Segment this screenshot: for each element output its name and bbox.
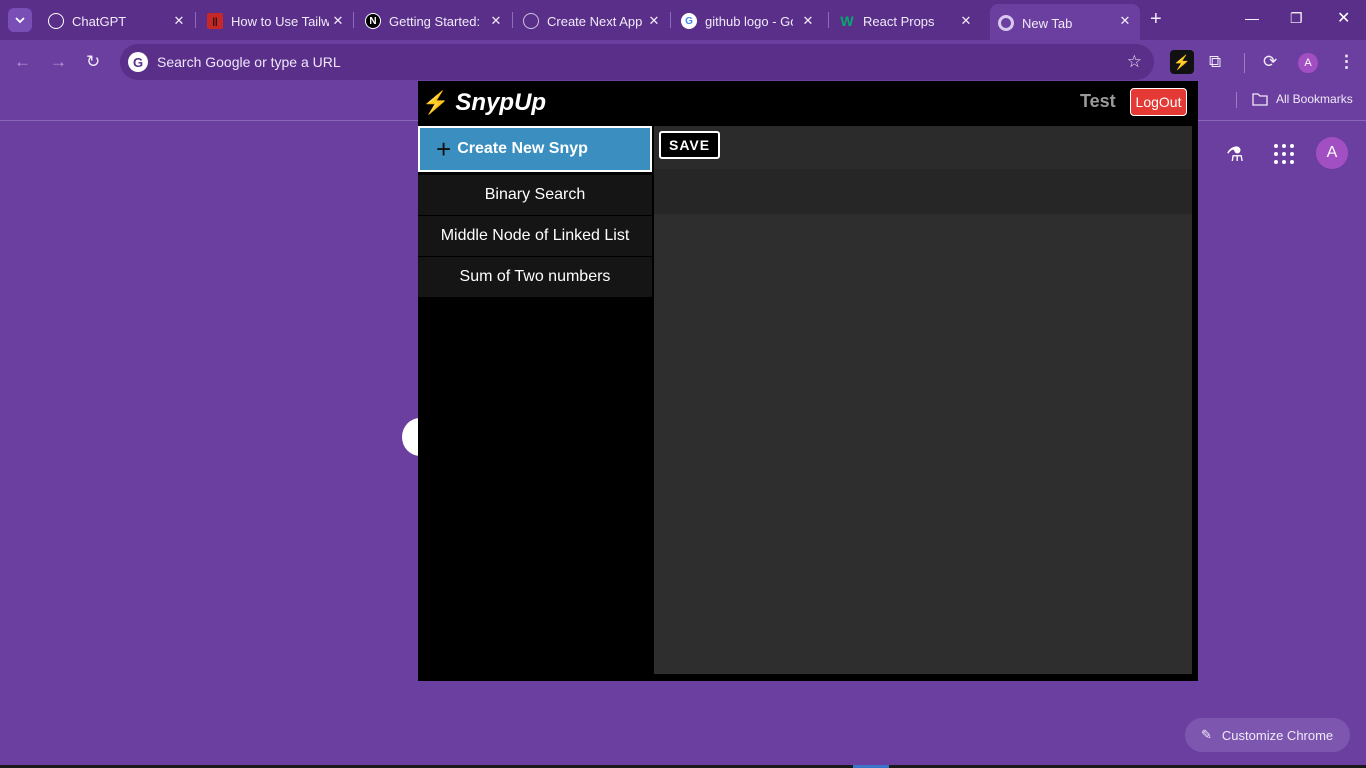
snyp-list-item[interactable]: Sum of Two numbers xyxy=(418,257,652,297)
snypup-popup: ⚡ SnypUp Test LogOut + Create New Snyp B… xyxy=(418,81,1198,681)
performance-icon[interactable]: ⟳ xyxy=(1263,52,1277,72)
all-bookmarks-label: All Bookmarks xyxy=(1276,92,1353,106)
snyp-title-input[interactable] xyxy=(654,169,1192,214)
close-icon[interactable]: ✕ xyxy=(329,12,347,30)
google-apps-icon[interactable] xyxy=(1272,142,1296,166)
chrome-icon xyxy=(998,15,1014,31)
chevron-down-icon xyxy=(15,17,25,24)
tab-divider xyxy=(353,12,354,28)
video-icon: || xyxy=(207,13,223,29)
close-icon[interactable]: ✕ xyxy=(1116,12,1134,30)
snypup-extension-icon[interactable]: ⚡ xyxy=(1170,50,1194,74)
back-arrow-icon[interactable]: ← xyxy=(14,52,31,72)
tab-react-props[interactable]: W React Props ✕ xyxy=(839,6,975,36)
all-bookmarks-button[interactable]: All Bookmarks xyxy=(1252,92,1353,106)
address-bar[interactable]: G Search Google or type a URL ☆ xyxy=(120,44,1154,80)
labs-flask-icon[interactable]: ⚗ xyxy=(1226,142,1244,167)
save-button[interactable]: SAVE xyxy=(659,131,721,159)
close-icon[interactable]: ✕ xyxy=(170,12,188,30)
tab-getting-started[interactable]: N Getting Started: ✕ xyxy=(365,6,505,36)
folder-icon xyxy=(1252,93,1268,106)
tab-divider xyxy=(512,12,513,28)
lightning-bolt-icon: ⚡ xyxy=(422,90,450,115)
account-avatar[interactable]: A xyxy=(1316,137,1348,169)
tab-strip: ChatGPT ✕ || How to Use Tailw ✕ N Gettin… xyxy=(0,0,1366,40)
google-icon: G xyxy=(128,52,148,72)
forward-arrow-icon[interactable]: → xyxy=(50,52,67,72)
tab-title: How to Use Tailw xyxy=(231,13,329,29)
tab-title: Getting Started: xyxy=(389,13,481,29)
reload-icon[interactable]: ↻ xyxy=(86,52,100,72)
close-icon[interactable]: ✕ xyxy=(957,12,975,30)
google-icon: G xyxy=(681,13,697,29)
tab-create-next-app[interactable]: Create Next App ✕ xyxy=(523,6,663,36)
tab-title: ChatGPT xyxy=(72,13,127,29)
tab-title: React Props xyxy=(863,13,935,29)
bookmarks-divider xyxy=(1236,92,1237,108)
close-icon[interactable]: ✕ xyxy=(645,12,663,30)
new-tab-button[interactable]: + xyxy=(1150,9,1162,29)
tab-tailwind[interactable]: || How to Use Tailw ✕ xyxy=(207,6,347,36)
snyp-editor: SAVE xyxy=(654,126,1192,674)
tab-title: New Tab xyxy=(1022,15,1073,31)
nextjs-icon: N xyxy=(365,13,381,29)
snyp-list-item[interactable]: Middle Node of Linked List xyxy=(418,216,652,256)
close-icon[interactable]: ✕ xyxy=(487,12,505,30)
brand-name: SnypUp xyxy=(455,89,547,116)
extensions-puzzle-icon[interactable]: ⧉ xyxy=(1209,52,1221,72)
w3schools-icon: W xyxy=(840,13,854,29)
toolbar-divider xyxy=(1244,53,1245,73)
snyp-list: Binary Search Middle Node of Linked List… xyxy=(418,175,652,298)
tab-search-button[interactable] xyxy=(8,8,32,32)
pencil-icon: ✎ xyxy=(1201,727,1212,742)
menu-kebab-icon[interactable]: ⋮ xyxy=(1338,52,1355,72)
chatgpt-icon xyxy=(48,13,64,29)
restore-icon[interactable]: ❐ xyxy=(1290,10,1303,27)
tab-divider xyxy=(195,12,196,28)
customize-chrome-label: Customize Chrome xyxy=(1221,727,1334,743)
globe-icon xyxy=(523,13,539,29)
browser-toolbar: ← → ↻ G Search Google or type a URL ☆ xyxy=(0,40,1366,84)
customize-chrome-button[interactable]: ✎ Customize Chrome xyxy=(1185,718,1350,752)
address-bar-placeholder: Search Google or type a URL xyxy=(157,54,341,70)
tab-divider xyxy=(670,12,671,28)
create-label: Create New Snyp xyxy=(457,140,588,157)
username: Test xyxy=(1080,91,1116,111)
tab-chatgpt[interactable]: ChatGPT ✕ xyxy=(48,6,188,36)
create-new-snyp-button[interactable]: + Create New Snyp xyxy=(418,126,652,172)
logout-button[interactable]: LogOut xyxy=(1130,88,1187,116)
tab-new-tab[interactable]: New Tab ✕ xyxy=(990,4,1140,40)
tab-title: github logo - Go xyxy=(705,13,793,29)
tab-divider xyxy=(828,12,829,28)
minimize-icon[interactable]: — xyxy=(1245,10,1259,26)
window-close-icon[interactable]: ✕ xyxy=(1337,8,1350,28)
app-brand: ⚡ SnypUp xyxy=(422,89,546,117)
editor-toolbar: SAVE xyxy=(654,126,1192,169)
close-icon[interactable]: ✕ xyxy=(799,12,817,30)
tab-github-logo[interactable]: G github logo - Go ✕ xyxy=(681,6,817,36)
bookmark-star-icon[interactable]: ☆ xyxy=(1127,52,1142,72)
plus-icon: + xyxy=(436,134,452,164)
tab-title: Create Next App xyxy=(547,13,643,29)
snyp-list-item[interactable]: Binary Search xyxy=(418,175,652,215)
profile-avatar[interactable]: A xyxy=(1298,53,1318,73)
